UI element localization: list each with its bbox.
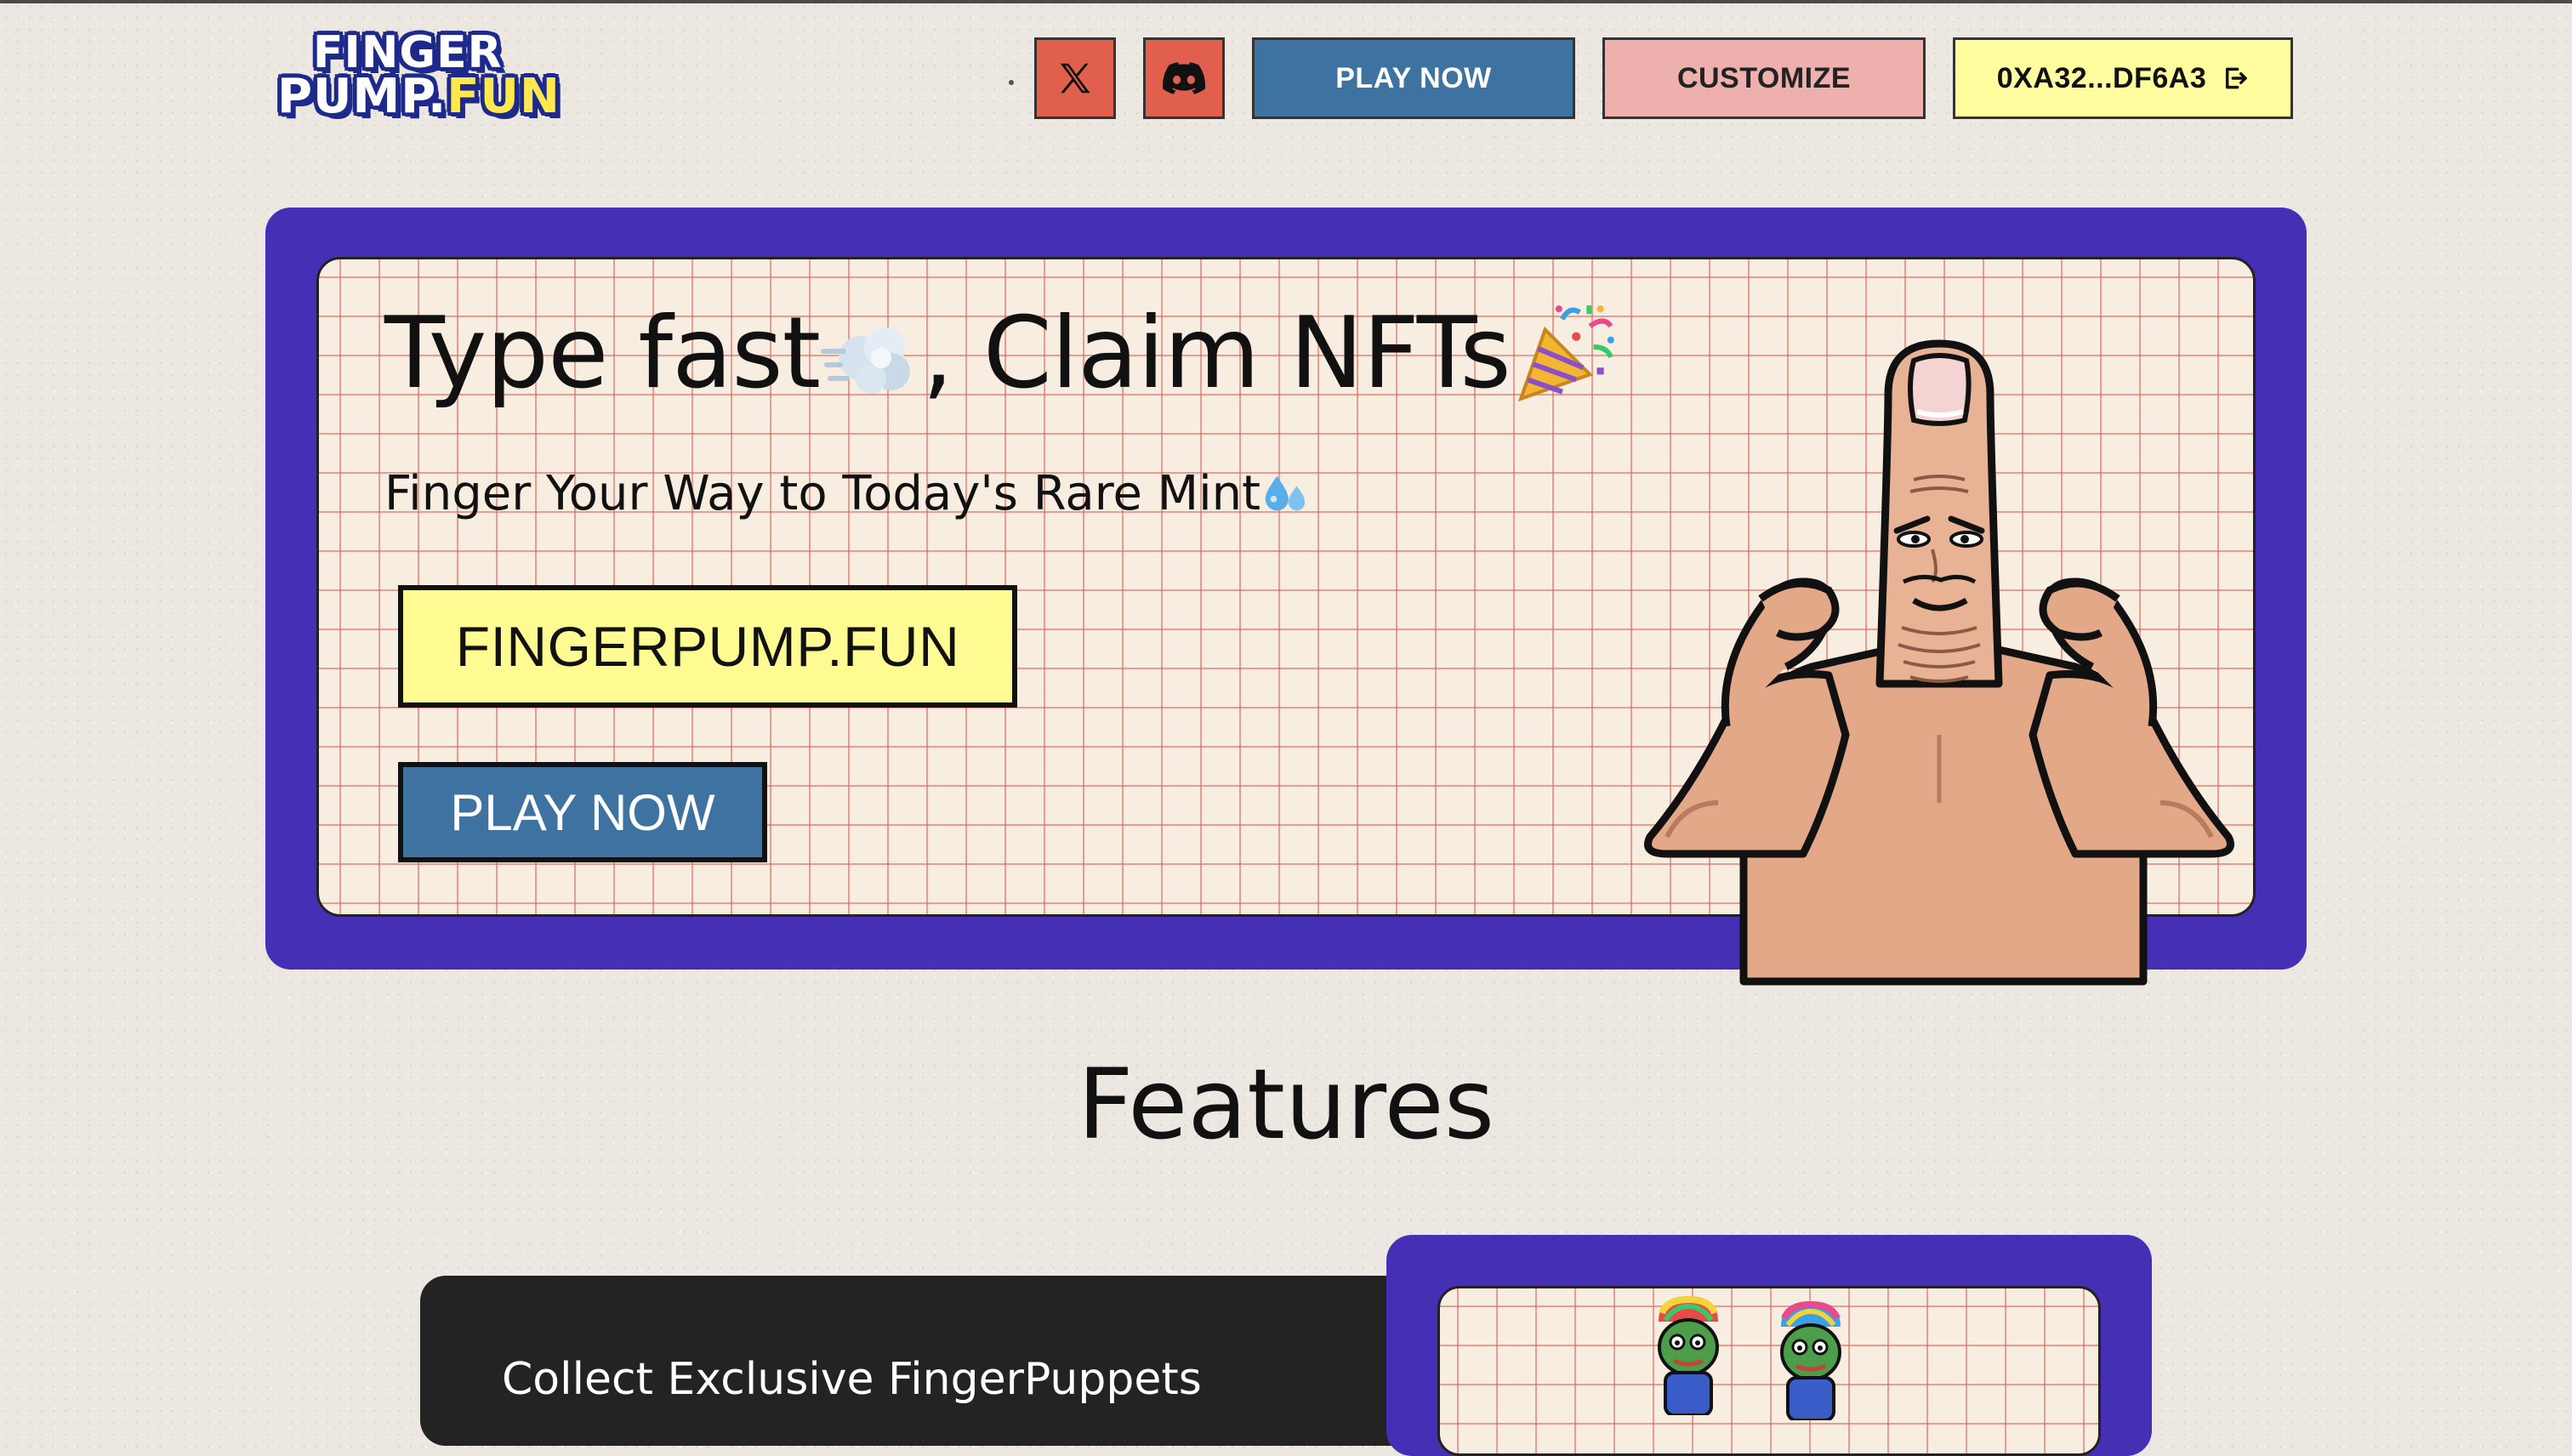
x-logo-icon bbox=[1060, 63, 1090, 94]
discord-social-button[interactable] bbox=[1143, 37, 1225, 119]
party-popper-icon bbox=[1517, 304, 1614, 401]
logout-icon bbox=[2226, 67, 2247, 89]
customize-button[interactable]: CUSTOMIZE bbox=[1602, 37, 1926, 119]
logo-line-2: PUMP.FUN bbox=[277, 73, 585, 121]
dashing-away-icon bbox=[821, 327, 911, 394]
header-dot bbox=[1009, 80, 1014, 85]
features-heading: Features bbox=[1077, 1048, 1495, 1161]
sweat-droplets-icon bbox=[1265, 475, 1306, 510]
discord-icon bbox=[1163, 62, 1205, 94]
wallet-button[interactable]: 0XA32...DF6A3 bbox=[1953, 37, 2293, 119]
hero-title-part2: , Claim NFTs bbox=[922, 296, 1511, 411]
hero-subtitle: Finger Your Way to Today's Rare Mint bbox=[384, 466, 1310, 521]
hero-title: Type fast , Claim NFTs bbox=[384, 296, 1621, 411]
finger-puppet-image bbox=[1780, 1301, 1841, 1420]
browser-top-edge bbox=[0, 0, 2572, 3]
muscle-finger-mascot bbox=[1644, 339, 2234, 986]
hero-play-now-button[interactable]: PLAY NOW bbox=[398, 762, 767, 862]
finger-puppet-image bbox=[1658, 1296, 1719, 1415]
logo-pump: PUMP. bbox=[277, 69, 447, 124]
header-play-now-button[interactable]: PLAY NOW bbox=[1252, 37, 1575, 119]
site-logo[interactable]: FINGER PUMP.FUN bbox=[277, 27, 585, 129]
wallet-address: 0XA32...DF6A3 bbox=[1996, 61, 2207, 94]
domain-badge: FINGERPUMP.FUN bbox=[398, 585, 1017, 708]
hero-title-part1: Type fast bbox=[384, 296, 821, 411]
x-social-button[interactable] bbox=[1034, 37, 1116, 119]
logo-fun: FUN bbox=[447, 69, 560, 124]
feature-title-collect: Collect Exclusive FingerPuppets bbox=[502, 1354, 1202, 1405]
hero-subtitle-text: Finger Your Way to Today's Rare Mint bbox=[384, 466, 1261, 521]
